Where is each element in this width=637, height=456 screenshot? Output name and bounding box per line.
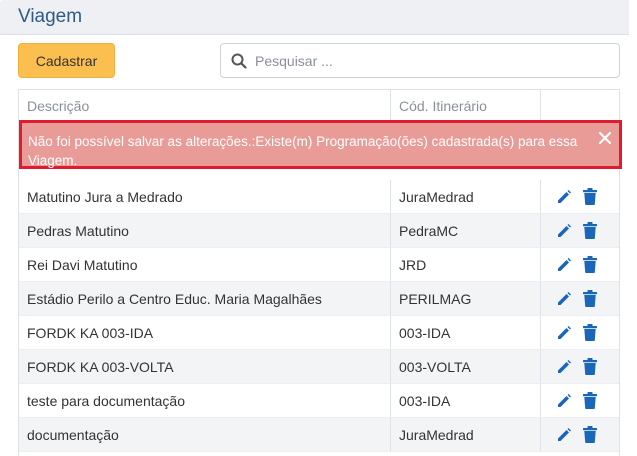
table-row: teste para documentação 003-IDA [19, 384, 619, 418]
cell-actions [540, 384, 619, 417]
table-header: Descrição Cód. Itinerário [19, 90, 619, 121]
cell-actions [540, 214, 619, 247]
pencil-icon[interactable] [556, 189, 572, 205]
cell-codigo: JuraMedrad [390, 180, 540, 213]
cell-actions [540, 180, 619, 213]
pencil-icon[interactable] [556, 359, 572, 375]
search-icon [231, 53, 247, 69]
cell-actions [540, 316, 619, 349]
cadastrar-button[interactable]: Cadastrar [18, 43, 115, 78]
column-header-descricao[interactable]: Descrição [19, 90, 390, 120]
table-row: FORDK KA 003-VOLTA 003-VOLTA [19, 350, 619, 384]
cell-descricao: Estádio Perilo a Centro Educ. Maria Maga… [27, 291, 322, 307]
cell-descricao: documentação [27, 427, 119, 443]
search-box[interactable] [220, 43, 620, 78]
page-title: Viagem [18, 6, 83, 27]
trash-icon[interactable] [583, 324, 597, 341]
cell-descricao: FORDK KA 003-VOLTA [27, 359, 174, 375]
pencil-icon[interactable] [556, 223, 572, 239]
table-row: documentação JuraMedrad [19, 418, 619, 452]
cell-actions [540, 282, 619, 315]
search-input[interactable] [255, 45, 615, 76]
table-row: Estádio Perilo a Centro Educ. Maria Maga… [19, 282, 619, 316]
trash-icon[interactable] [583, 358, 597, 375]
table-row: Matutino Jura a Medrado JuraMedrad [19, 180, 619, 214]
trash-icon[interactable] [583, 256, 597, 273]
cell-descricao: Rei Davi Matutino [27, 257, 138, 273]
cell-codigo: 003-IDA [390, 316, 540, 349]
pencil-icon[interactable] [556, 325, 572, 341]
cell-codigo: JuraMedrad [390, 418, 540, 451]
table-row: Pedras Matutino PedraMC [19, 214, 619, 248]
cell-actions [540, 418, 619, 451]
cell-codigo: PedraMC [390, 214, 540, 247]
cell-actions [540, 248, 619, 281]
pencil-icon[interactable] [556, 257, 572, 273]
page-header: Viagem [0, 0, 629, 35]
cell-codigo: 003-VOLTA [390, 350, 540, 383]
column-header-codigo[interactable]: Cód. Itinerário [390, 90, 540, 120]
pencil-icon[interactable] [556, 427, 572, 443]
table-body: Matutino Jura a Medrado JuraMedrad Pedra… [19, 180, 619, 452]
trash-icon[interactable] [583, 392, 597, 409]
trash-icon[interactable] [583, 426, 597, 443]
pencil-icon[interactable] [556, 393, 572, 409]
error-alert: Não foi possível salvar as alterações.:E… [19, 120, 622, 169]
viagem-table: Descrição Cód. Itinerário Não foi possív… [18, 89, 622, 456]
cell-descricao: teste para documentação [27, 393, 185, 409]
table-row: FORDK KA 003-IDA 003-IDA [19, 316, 619, 350]
cell-codigo: JRD [390, 248, 540, 281]
pencil-icon[interactable] [556, 291, 572, 307]
cell-codigo: 003-IDA [390, 384, 540, 417]
cell-actions [540, 350, 619, 383]
cell-descricao: Pedras Matutino [27, 223, 129, 239]
column-header-actions [540, 90, 619, 120]
error-alert-message: Não foi possível salvar as alterações.:E… [28, 134, 578, 168]
cell-codigo: PERILMAG [390, 282, 540, 315]
trash-icon[interactable] [583, 290, 597, 307]
cell-descricao: Matutino Jura a Medrado [27, 189, 183, 205]
table-row: Rei Davi Matutino JRD [19, 248, 619, 282]
trash-icon[interactable] [583, 188, 597, 205]
close-icon[interactable] [597, 130, 613, 146]
trash-icon[interactable] [583, 222, 597, 239]
cell-descricao: FORDK KA 003-IDA [27, 325, 154, 341]
